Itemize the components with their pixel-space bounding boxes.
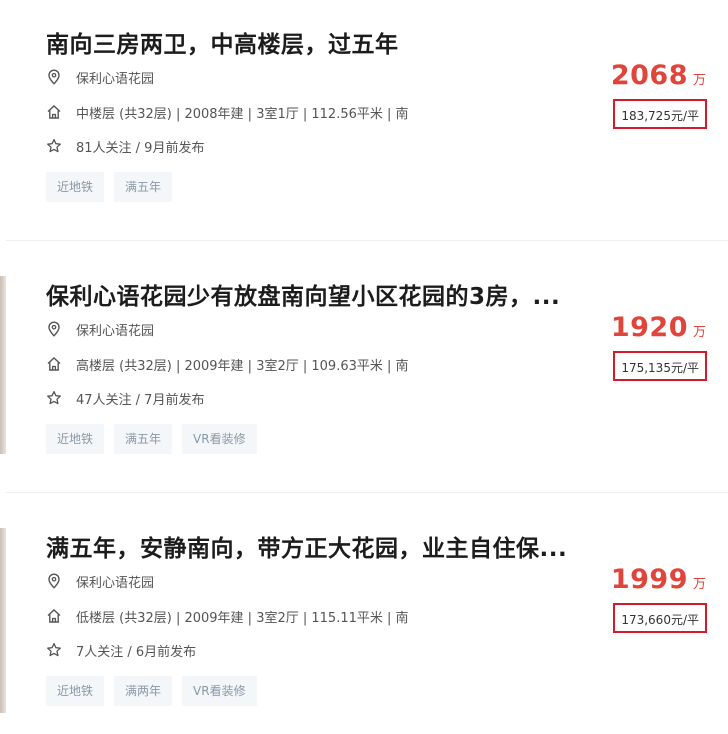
follow-row: 7人关注 / 6月前发布: [46, 640, 196, 660]
house-icon: [46, 104, 62, 120]
star-icon: [46, 390, 62, 406]
tag: VR看装修: [182, 424, 257, 454]
tag: 近地铁: [46, 676, 105, 706]
total-price-unit: 万: [692, 73, 706, 88]
house-info-text: 高楼层 (共32层) | 2009年建 | 3室2厅 | 109.63平米 | …: [76, 358, 409, 374]
listing-title[interactable]: 南向三房两卫，中高楼层，过五年: [46, 25, 399, 59]
listing-title[interactable]: 保利心语花园少有放盘南向望小区花园的3房，...: [46, 277, 560, 311]
follow-row: 47人关注 / 7月前发布: [46, 388, 204, 408]
tag: 满五年: [114, 424, 173, 454]
community-row: 保利心语花园: [46, 67, 154, 87]
tag: VR看装修: [182, 676, 257, 706]
tag-list: 近地铁 满五年: [46, 172, 173, 202]
house-info-text: 低楼层 (共32层) | 2009年建 | 3室2厅 | 115.11平米 | …: [76, 610, 409, 626]
house-info-row: 中楼层 (共32层) | 2008年建 | 3室1厅 | 112.56平米 | …: [46, 102, 409, 122]
community-row: 保利心语花园: [46, 319, 154, 339]
house-info-text: 中楼层 (共32层) | 2008年建 | 3室1厅 | 112.56平米 | …: [76, 106, 409, 122]
listing-card[interactable]: 保利心语花园少有放盘南向望小区花园的3房，... 保利心语花园 高楼层 (共32…: [0, 252, 728, 482]
star-icon: [46, 642, 62, 658]
house-info-row: 高楼层 (共32层) | 2009年建 | 3室2厅 | 109.63平米 | …: [46, 354, 409, 374]
total-price: 2068 万: [611, 60, 706, 91]
listing-title[interactable]: 满五年，安静南向，带方正大花园，业主自住保...: [46, 529, 567, 563]
unit-price: 173,660元/平: [613, 603, 707, 633]
total-price-unit: 万: [692, 577, 706, 592]
follow-text: 81人关注 / 9月前发布: [76, 140, 205, 156]
tag-list: 近地铁 满两年 VR看装修: [46, 676, 257, 706]
location-pin-icon: [46, 69, 62, 85]
listing-card[interactable]: 满五年，安静南向，带方正大花园，业主自住保... 保利心语花园 低楼层 (共32…: [0, 504, 728, 734]
community-link[interactable]: 保利心语花园: [76, 68, 154, 87]
unit-price: 183,725元/平: [613, 99, 707, 129]
tag-list: 近地铁 满五年 VR看装修: [46, 424, 257, 454]
total-price-unit: 万: [692, 325, 706, 340]
tag: 满五年: [114, 172, 173, 202]
total-price-value: 1999: [610, 564, 688, 595]
listing-card[interactable]: 南向三房两卫，中高楼层，过五年 保利心语花园 中楼层 (共32层) | 2008…: [0, 0, 728, 230]
community-link[interactable]: 保利心语花园: [76, 320, 154, 339]
house-icon: [46, 356, 62, 372]
location-pin-icon: [46, 573, 62, 589]
house-icon: [46, 608, 62, 624]
total-price: 1999 万: [611, 564, 706, 595]
tag: 近地铁: [46, 424, 105, 454]
community-row: 保利心语花园: [46, 571, 154, 591]
star-icon: [46, 138, 62, 154]
tag: 满两年: [114, 676, 173, 706]
follow-text: 7人关注 / 6月前发布: [76, 644, 197, 660]
divider: [6, 240, 728, 241]
divider: [6, 492, 728, 493]
location-pin-icon: [46, 321, 62, 337]
tag: 近地铁: [46, 172, 105, 202]
total-price-value: 1920: [610, 312, 688, 343]
follow-text: 47人关注 / 7月前发布: [76, 392, 205, 408]
community-link[interactable]: 保利心语花园: [76, 572, 154, 591]
total-price: 1920 万: [611, 312, 706, 343]
total-price-value: 2068: [610, 60, 688, 91]
follow-row: 81人关注 / 9月前发布: [46, 136, 204, 156]
house-info-row: 低楼层 (共32层) | 2009年建 | 3室2厅 | 115.11平米 | …: [46, 606, 409, 626]
unit-price: 175,135元/平: [613, 351, 707, 381]
